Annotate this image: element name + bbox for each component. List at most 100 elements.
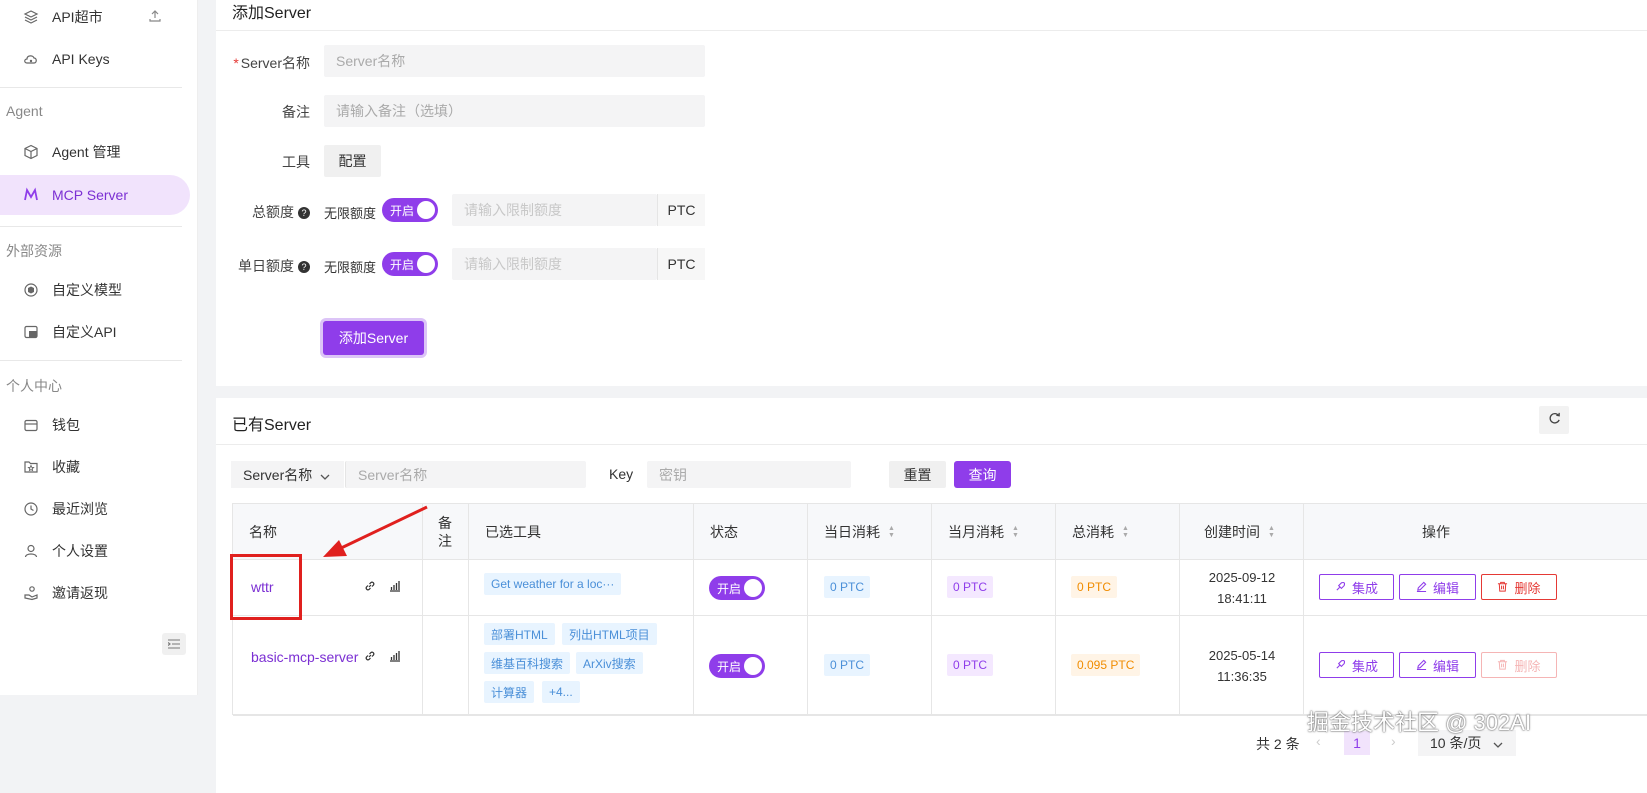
- remark-cell: [423, 616, 469, 716]
- unlimited-quota-label: 无限额度: [324, 260, 377, 275]
- server-name-label: * Server名称: [233, 55, 310, 71]
- integrate-button[interactable]: 集成: [1319, 652, 1394, 678]
- sidebar-item-label: 自定义模型: [52, 282, 122, 298]
- sidebar-item-wallet[interactable]: 钱包: [0, 405, 190, 445]
- created-cell: 2025-05-14 11:36:35: [1180, 616, 1304, 716]
- monthly-usage-badge: 0 PTC: [947, 654, 994, 676]
- layers-icon: [22, 8, 40, 26]
- stats-icon[interactable]: [389, 580, 401, 595]
- column-header-created[interactable]: 创建时间 ▲ ▼: [1180, 504, 1304, 560]
- monthly-usage-badge: 0 PTC: [947, 576, 994, 598]
- integrate-button[interactable]: 集成: [1319, 574, 1394, 600]
- sort-icon[interactable]: ▲ ▼: [888, 525, 895, 539]
- collapse-sidebar-button[interactable]: [162, 633, 186, 655]
- wallet-icon: [22, 416, 40, 434]
- filter-field-select[interactable]: Server名称: [231, 461, 344, 488]
- sidebar-item-settings[interactable]: 个人设置: [0, 531, 190, 571]
- tool-tag: ArXiv搜索: [576, 652, 643, 674]
- cloud-key-icon: [22, 50, 40, 68]
- status-cell: 开启: [694, 560, 808, 616]
- tools-cell: Get weather for a loc···: [469, 560, 694, 616]
- remark-input[interactable]: 请输入备注（选填）: [324, 95, 705, 127]
- server-name-link[interactable]: basic-mcp-server: [251, 647, 359, 668]
- add-server-button[interactable]: 添加Server: [323, 321, 424, 355]
- refresh-button[interactable]: [1539, 406, 1569, 434]
- edit-button[interactable]: 编辑: [1399, 652, 1476, 678]
- sidebar-item-invite[interactable]: 邀请返现: [0, 573, 190, 613]
- sidebar-item-api-market[interactable]: API超市: [0, 0, 190, 37]
- column-header-monthly[interactable]: 当月消耗 ▲ ▼: [932, 504, 1056, 560]
- sidebar-item-agent-manage[interactable]: Agent 管理: [0, 132, 190, 172]
- delete-button-disabled[interactable]: 删除: [1481, 652, 1557, 678]
- query-button[interactable]: 查询: [954, 461, 1011, 488]
- sidebar-item-favorites[interactable]: 收藏: [0, 447, 190, 487]
- more-tools-tag[interactable]: +4...: [542, 681, 580, 703]
- tool-tag: 计算器: [484, 681, 535, 703]
- daily-usage-badge: 0 PTC: [824, 576, 871, 598]
- chevron-down-icon: [320, 467, 330, 483]
- daily-quota-input[interactable]: 请输入限制额度: [452, 248, 657, 280]
- sidebar-item-custom-model[interactable]: 自定义模型: [0, 270, 190, 310]
- daily-quota-toggle[interactable]: 开启: [382, 252, 438, 276]
- menu-fold-icon: [167, 636, 180, 652]
- chevron-down-icon: [1493, 735, 1503, 751]
- sidebar-group-agent: Agent: [6, 103, 43, 119]
- sidebar-item-label: 收藏: [52, 459, 80, 475]
- total-cell: 0.095 PTC: [1056, 616, 1180, 716]
- sort-icon[interactable]: ▲ ▼: [1012, 525, 1019, 539]
- sidebar-item-label: API超市: [52, 9, 103, 25]
- total-quota-toggle[interactable]: 开启: [382, 198, 438, 222]
- help-icon[interactable]: ?: [298, 207, 310, 220]
- total-quota-input[interactable]: 请输入限制额度: [452, 194, 657, 226]
- trash-icon: [1497, 658, 1508, 673]
- sidebar-item-label: 最近浏览: [52, 501, 108, 517]
- delete-button[interactable]: 删除: [1481, 574, 1557, 600]
- sidebar-item-api-keys[interactable]: API Keys: [0, 39, 190, 79]
- sidebar-group-external: 外部资源: [6, 243, 62, 259]
- stats-icon[interactable]: [389, 650, 401, 665]
- sidebar-item-label: Agent 管理: [52, 144, 121, 160]
- link-icon[interactable]: [364, 580, 376, 595]
- sidebar-item-history[interactable]: 最近浏览: [0, 489, 190, 529]
- column-header-total[interactable]: 总消耗 ▲ ▼: [1056, 504, 1180, 560]
- status-toggle[interactable]: 开启: [709, 576, 765, 600]
- card-divider: [216, 444, 1647, 445]
- sidebar-item-label: MCP Server: [52, 187, 128, 203]
- column-header-status: 状态: [694, 504, 808, 560]
- table-row: basic-mcp-server: [233, 616, 423, 716]
- monthly-cell: 0 PTC: [932, 560, 1056, 616]
- filter-name-input[interactable]: Server名称: [345, 461, 586, 488]
- link-icon[interactable]: [364, 650, 376, 665]
- sidebar-item-custom-api[interactable]: 自定义API: [0, 312, 190, 352]
- trash-icon: [1497, 580, 1508, 595]
- history-icon: [22, 500, 40, 518]
- edit-button[interactable]: 编辑: [1399, 574, 1476, 600]
- sort-icon[interactable]: ▲ ▼: [1268, 525, 1275, 539]
- daily-quota-label: 单日额度?: [216, 256, 310, 276]
- sidebar-group-personal: 个人中心: [6, 378, 62, 394]
- created-cell: 2025-09-12 18:41:11: [1180, 560, 1304, 616]
- configure-tools-button[interactable]: 配置: [324, 145, 381, 177]
- share-icon[interactable]: [148, 9, 162, 26]
- sidebar-item-mcp-server[interactable]: MCP Server: [0, 175, 190, 215]
- reset-button[interactable]: 重置: [889, 461, 946, 488]
- status-toggle[interactable]: 开启: [709, 654, 765, 678]
- user-icon: [22, 542, 40, 560]
- key-input[interactable]: 密钥: [647, 461, 851, 488]
- column-header-tools: 已选工具: [469, 504, 694, 560]
- watermark: 掘金技术社区 @ 302AI: [1307, 710, 1532, 735]
- daily-usage-badge: 0 PTC: [824, 654, 871, 676]
- created-time: 2025-09-12 18:41:11: [1208, 570, 1276, 606]
- rocket-icon: [1335, 658, 1346, 673]
- cube-icon: [22, 143, 40, 161]
- help-icon[interactable]: ?: [298, 261, 310, 274]
- sort-icon[interactable]: ▲ ▼: [1122, 525, 1129, 539]
- monthly-cell: 0 PTC: [932, 616, 1056, 716]
- server-name-input[interactable]: Server名称: [324, 45, 705, 77]
- total-usage-badge: 0.095 PTC: [1071, 654, 1141, 676]
- sidebar-divider: [0, 226, 182, 227]
- tool-tag: Get weather for a loc···: [484, 573, 622, 595]
- server-table: 名称 备注 已选工具 状态 当日消耗 ▲ ▼ 当月消耗 ▲ ▼ 总消耗 ▲ ▼ 创建时间 ▲ ▼…: [232, 503, 1647, 716]
- column-header-daily[interactable]: 当日消耗 ▲ ▼: [808, 504, 932, 560]
- sidebar-item-label: 个人设置: [52, 543, 108, 559]
